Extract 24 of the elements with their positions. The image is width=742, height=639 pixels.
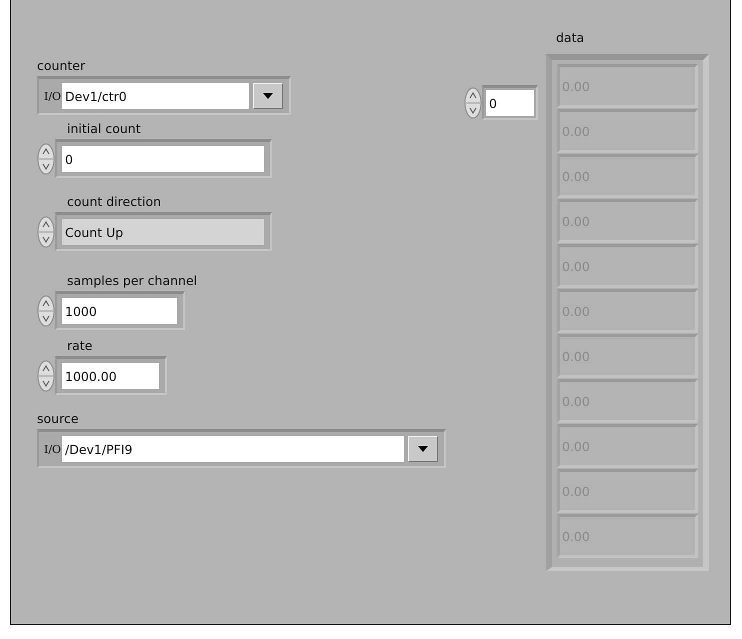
control-label: source: [37, 411, 79, 426]
spinner-button[interactable]: [464, 86, 482, 118]
dropdown-button[interactable]: [408, 436, 438, 462]
numeric-field[interactable]: 0: [55, 139, 272, 178]
numeric-field[interactable]: 1000: [55, 291, 185, 330]
combo-box[interactable]: I/O /Dev1/PFI9: [37, 429, 446, 468]
spinner-button[interactable]: [37, 142, 55, 174]
control-label: rate: [67, 338, 92, 353]
control-label: initial count: [67, 121, 141, 136]
caret-icon: [263, 93, 273, 99]
numeric-field[interactable]: Count Up: [55, 212, 272, 251]
spinner-button[interactable]: [37, 216, 55, 248]
combo-box[interactable]: I/O Dev1/ctr0: [37, 76, 291, 115]
control-label: counter: [37, 58, 86, 73]
control-label: samples per channel: [67, 273, 198, 288]
caret-icon: [418, 446, 428, 452]
io-glyph: I/O: [44, 92, 62, 100]
array-label: data: [556, 30, 584, 45]
spinner-button[interactable]: [37, 360, 55, 392]
dropdown-button[interactable]: [253, 83, 283, 109]
numeric-field[interactable]: 1000.00: [55, 356, 167, 395]
spinner-button[interactable]: [37, 294, 55, 326]
io-glyph: I/O: [44, 444, 62, 454]
control-label: count direction: [67, 194, 162, 209]
